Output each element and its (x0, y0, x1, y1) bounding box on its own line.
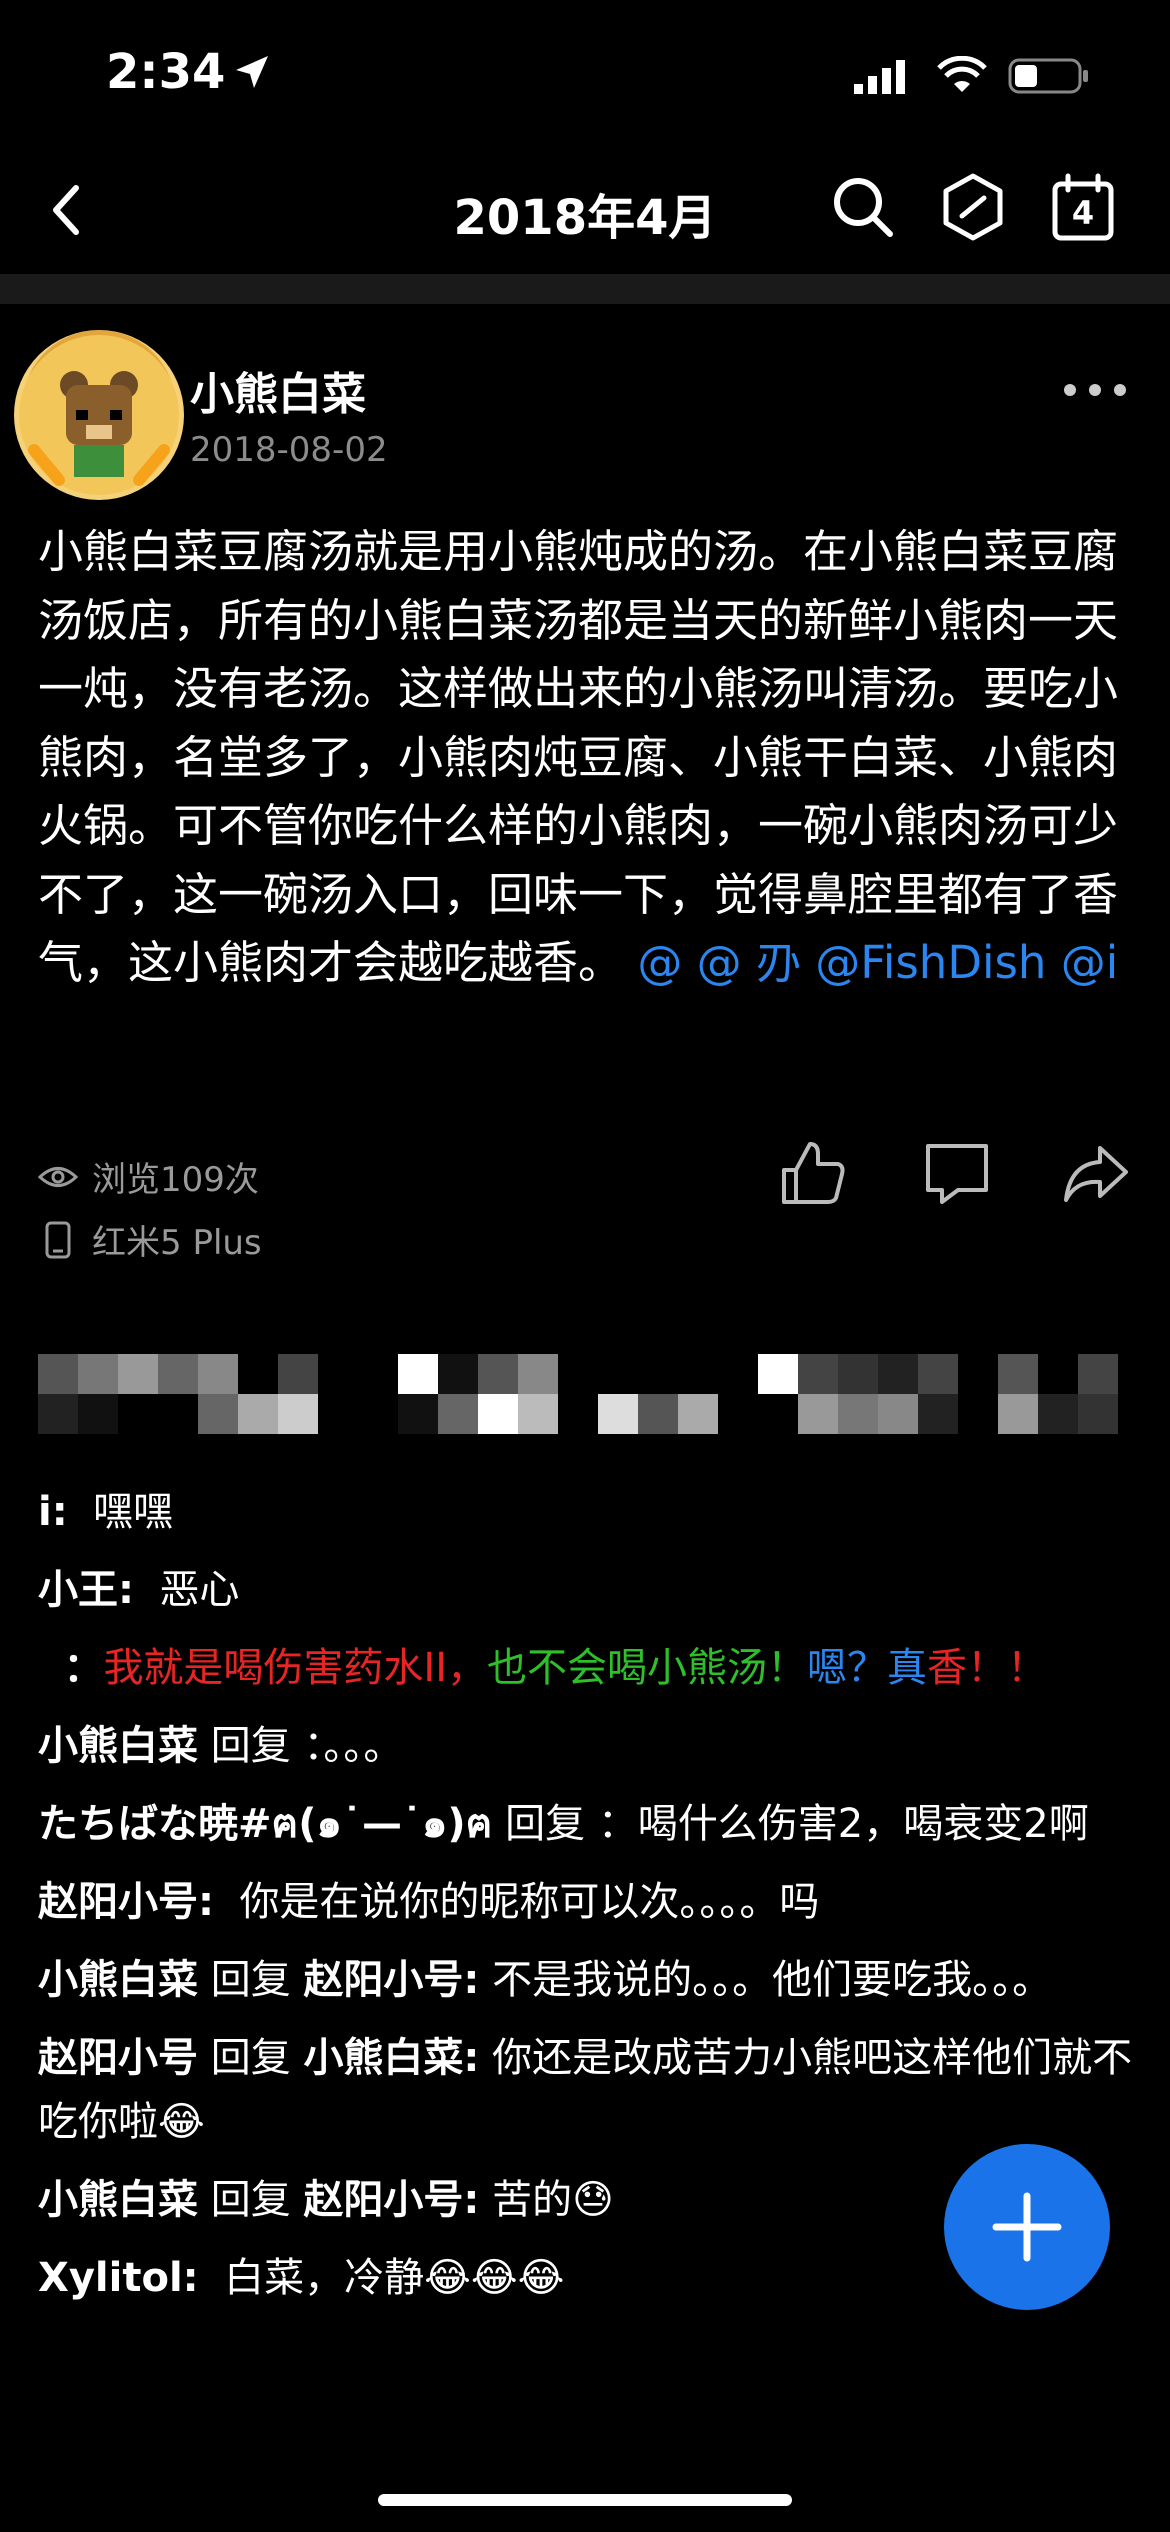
comment-text: 苦的😓 (492, 2177, 614, 2223)
comment-author[interactable]: i: (38, 1489, 68, 1535)
reply-label: 回复 (505, 1801, 586, 1847)
device-text: 红米5 Plus (92, 1223, 262, 1263)
reply-target[interactable]: 小熊白菜: (303, 2035, 479, 2081)
calendar-button[interactable]: 4 (1050, 172, 1116, 242)
nav-bar: 2018年4月 4 (0, 150, 1170, 270)
reply-label: 回复 (210, 2177, 291, 2223)
reply-label: 回复 (210, 1723, 291, 1769)
comment-item[interactable]: 赵阳小号 回复 小熊白菜: 你还是改成苦力小熊吧这样他们就不吃你啦😂 (38, 2026, 1138, 2154)
rainbow-text-2: 也不会喝小熊汤！ (487, 1645, 808, 1691)
comment-text: 白菜，冷静😂😂😂 (224, 2255, 565, 2301)
comment-text: 恶心 (159, 1567, 240, 1613)
section-divider (0, 274, 1170, 304)
post-mentions[interactable]: @ @ 刅 @FishDish @i (637, 936, 1118, 989)
comment-author[interactable]: たちばな暁#ฅ(๑˙—˙๑)ฅ (38, 1801, 492, 1847)
device-info: 红米5 Plus (38, 1215, 262, 1264)
home-indicator[interactable] (378, 2494, 792, 2506)
eye-icon (38, 1166, 78, 1187)
comment-icon[interactable] (922, 1140, 992, 1206)
reply-label: 回复 (210, 1957, 291, 2003)
view-count-text: 浏览109次 (92, 1160, 259, 1200)
view-count: 浏览109次 (38, 1152, 259, 1201)
post-date: 2018-08-02 (190, 430, 388, 470)
bear-avatar-icon (19, 335, 179, 495)
calendar-day: 4 (1071, 194, 1095, 232)
more-options-icon[interactable] (1060, 375, 1130, 405)
pixelated-redaction (38, 1354, 1118, 1434)
comment-author[interactable]: 小熊白菜 (38, 1957, 198, 2003)
comment-text: 你是在说你的昵称可以次。。。。吗 (239, 1879, 820, 1925)
comment-author[interactable]: Xylitol: (38, 2255, 199, 2301)
avatar[interactable] (14, 330, 184, 500)
battery-icon (1008, 58, 1088, 94)
comment-author[interactable]: 小熊白菜 (38, 2177, 198, 2223)
plus-icon (992, 2192, 1062, 2262)
comment-item[interactable]: 小熊白菜 回复 ：。。。 (38, 1714, 1138, 1778)
comment-text: 你还是改成苦力小熊吧这样他们就不吃你啦😂 (38, 2035, 1133, 2145)
share-arrow-icon[interactable] (1060, 1138, 1132, 1208)
location-arrow-icon (236, 56, 268, 88)
rainbow-text-3: 嗯？真 (807, 1645, 928, 1691)
comment-author[interactable]: 小王: (38, 1567, 134, 1613)
comment-item[interactable]: 小王: 恶心 (38, 1558, 1138, 1622)
like-thumb-icon[interactable] (778, 1138, 848, 1208)
comment-item[interactable]: 小熊白菜 回复 赵阳小号: 不是我说的。。。他们要吃我。。。 (38, 1948, 1138, 2012)
comment-text: ：喝什么伤害2，喝衰变2啊 (597, 1801, 1089, 1847)
comment-text: 不是我说的。。。他们要吃我。。。 (492, 1957, 1053, 2003)
reply-target[interactable]: 赵阳小号: (303, 2177, 479, 2223)
post-body: 小熊白菜豆腐汤就是用小熊炖成的汤。在小熊白菜豆腐汤饭店，所有的小熊白菜汤都是当天… (38, 518, 1138, 998)
cellular-signal-icon (854, 60, 905, 94)
comment-author[interactable]: 赵阳小号 (38, 2035, 198, 2081)
comment-item[interactable]: 赵阳小号: 你是在说你的昵称可以次。。。。吗 (38, 1870, 1138, 1934)
comment-item[interactable]: ：我就是喝伤害药水II，也不会喝小熊汤！嗯？真香！！ (38, 1636, 1138, 1700)
comment-text: 嘿嘿 (93, 1489, 174, 1535)
comment-author[interactable]: 赵阳小号: (38, 1879, 214, 1925)
search-icon[interactable] (830, 174, 896, 240)
reply-target[interactable]: 赵阳小号: (303, 1957, 479, 2003)
rainbow-text-4: 香！！ (927, 1645, 1048, 1691)
wifi-icon (937, 56, 987, 92)
comment-author[interactable]: ： (63, 1645, 103, 1691)
comment-item[interactable]: たちばな暁#ฅ(๑˙—˙๑)ฅ 回复 ：喝什么伤害2，喝衰变2啊 (38, 1792, 1138, 1856)
status-time: 2:34 (106, 44, 226, 100)
comment-author[interactable]: 小熊白菜 (38, 1723, 198, 1769)
post-text: 小熊白菜豆腐汤就是用小熊炖成的汤。在小熊白菜豆腐汤饭店，所有的小熊白菜汤都是当天… (38, 525, 1119, 989)
post-author[interactable]: 小熊白菜 (190, 358, 366, 422)
status-bar: 2:34 (0, 0, 1170, 150)
tag-hexagon-icon[interactable] (940, 172, 1006, 242)
comment-item[interactable]: i: 嘿嘿 (38, 1480, 1138, 1544)
add-post-button[interactable] (944, 2144, 1110, 2310)
phone-icon (45, 1221, 71, 1258)
reply-label: 回复 (210, 2035, 291, 2081)
rainbow-text-1: 我就是喝伤害药水II， (103, 1645, 488, 1691)
comment-text: ：。。。 (303, 1723, 404, 1769)
